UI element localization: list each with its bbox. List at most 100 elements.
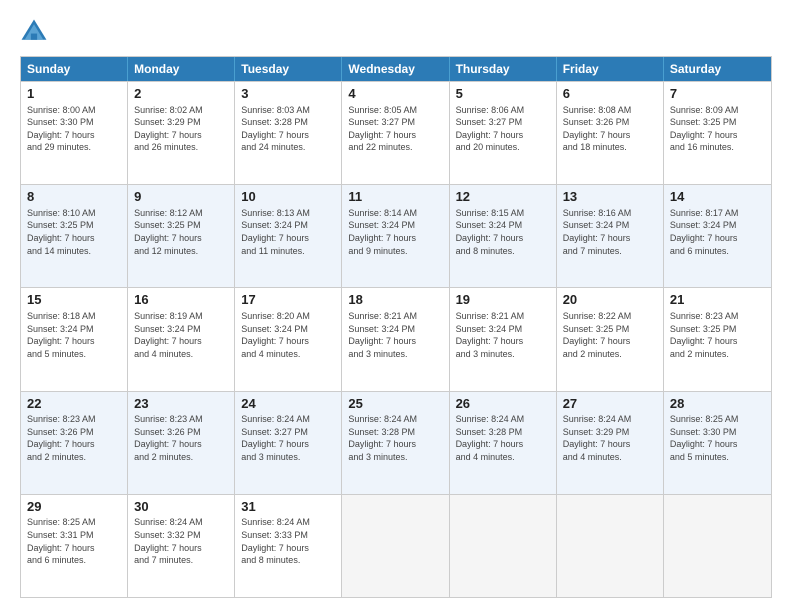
header-day-thursday: Thursday <box>450 57 557 81</box>
cell-info: Sunrise: 8:03 AMSunset: 3:28 PMDaylight:… <box>241 104 335 154</box>
calendar-row-1: 1 Sunrise: 8:00 AMSunset: 3:30 PMDaylight… <box>21 81 771 184</box>
day-number: 22 <box>27 396 121 412</box>
day-cell-9: 9Sunrise: 8:12 AMSunset: 3:25 PMDaylight… <box>128 185 235 287</box>
day-cell-21: 21 Sunrise: 8:23 AMSunset: 3:25 PMDayligh… <box>664 288 771 390</box>
cell-info: Sunrise: 8:02 AMSunset: 3:29 PMDaylight:… <box>134 104 228 154</box>
day-number: 12 <box>456 189 550 205</box>
day-cell-15: 15Sunrise: 8:18 AMSunset: 3:24 PMDayligh… <box>21 288 128 390</box>
calendar-row-4: 22Sunrise: 8:23 AMSunset: 3:26 PMDayligh… <box>21 391 771 494</box>
header <box>20 18 772 46</box>
day-number: 19 <box>456 292 550 308</box>
header-day-sunday: Sunday <box>21 57 128 81</box>
day-number: 5 <box>456 86 550 102</box>
cell-info: Sunrise: 8:00 AMSunset: 3:30 PMDaylight:… <box>27 104 121 154</box>
cell-info: Sunrise: 8:24 AMSunset: 3:33 PMDaylight:… <box>241 516 335 566</box>
logo <box>20 18 54 46</box>
day-number: 16 <box>134 292 228 308</box>
day-number: 7 <box>670 86 765 102</box>
day-cell-28: 28Sunrise: 8:25 AMSunset: 3:30 PMDayligh… <box>664 392 771 494</box>
day-cell-19: 19 Sunrise: 8:21 AMSunset: 3:24 PMDayligh… <box>450 288 557 390</box>
calendar-header: SundayMondayTuesdayWednesdayThursdayFrid… <box>21 57 771 81</box>
day-number: 11 <box>348 189 442 205</box>
day-cell-2: 2 Sunrise: 8:02 AMSunset: 3:29 PMDaylight… <box>128 82 235 184</box>
cell-info: Sunrise: 8:08 AMSunset: 3:26 PMDaylight:… <box>563 104 657 154</box>
cell-info: Sunrise: 8:20 AMSunset: 3:24 PMDaylight:… <box>241 310 335 360</box>
cell-info: Sunrise: 8:05 AMSunset: 3:27 PMDaylight:… <box>348 104 442 154</box>
day-cell-23: 23Sunrise: 8:23 AMSunset: 3:26 PMDayligh… <box>128 392 235 494</box>
header-day-saturday: Saturday <box>664 57 771 81</box>
day-cell-12: 12Sunrise: 8:15 AMSunset: 3:24 PMDayligh… <box>450 185 557 287</box>
day-cell-24: 24Sunrise: 8:24 AMSunset: 3:27 PMDayligh… <box>235 392 342 494</box>
day-number: 18 <box>348 292 442 308</box>
day-cell-22: 22Sunrise: 8:23 AMSunset: 3:26 PMDayligh… <box>21 392 128 494</box>
cell-info: Sunrise: 8:24 AMSunset: 3:28 PMDaylight:… <box>348 413 442 463</box>
day-number: 14 <box>670 189 765 205</box>
day-cell-4: 4 Sunrise: 8:05 AMSunset: 3:27 PMDaylight… <box>342 82 449 184</box>
day-cell-7: 7 Sunrise: 8:09 AMSunset: 3:25 PMDaylight… <box>664 82 771 184</box>
cell-info: Sunrise: 8:23 AMSunset: 3:25 PMDaylight:… <box>670 310 765 360</box>
day-cell-16: 16 Sunrise: 8:19 AMSunset: 3:24 PMDayligh… <box>128 288 235 390</box>
day-number: 24 <box>241 396 335 412</box>
day-number: 21 <box>670 292 765 308</box>
calendar-row-3: 15Sunrise: 8:18 AMSunset: 3:24 PMDayligh… <box>21 287 771 390</box>
header-day-monday: Monday <box>128 57 235 81</box>
day-cell-17: 17 Sunrise: 8:20 AMSunset: 3:24 PMDayligh… <box>235 288 342 390</box>
day-number: 23 <box>134 396 228 412</box>
empty-cell <box>664 495 771 597</box>
cell-info: Sunrise: 8:13 AMSunset: 3:24 PMDaylight:… <box>241 207 335 257</box>
day-cell-20: 20Sunrise: 8:22 AMSunset: 3:25 PMDayligh… <box>557 288 664 390</box>
calendar: SundayMondayTuesdayWednesdayThursdayFrid… <box>20 56 772 598</box>
day-cell-11: 11 Sunrise: 8:14 AMSunset: 3:24 PMDayligh… <box>342 185 449 287</box>
cell-info: Sunrise: 8:21 AMSunset: 3:24 PMDaylight:… <box>456 310 550 360</box>
cell-info: Sunrise: 8:23 AMSunset: 3:26 PMDaylight:… <box>27 413 121 463</box>
cell-info: Sunrise: 8:17 AMSunset: 3:24 PMDaylight:… <box>670 207 765 257</box>
cell-info: Sunrise: 8:16 AMSunset: 3:24 PMDaylight:… <box>563 207 657 257</box>
cell-info: Sunrise: 8:19 AMSunset: 3:24 PMDaylight:… <box>134 310 228 360</box>
cell-info: Sunrise: 8:24 AMSunset: 3:29 PMDaylight:… <box>563 413 657 463</box>
day-number: 28 <box>670 396 765 412</box>
cell-info: Sunrise: 8:25 AMSunset: 3:31 PMDaylight:… <box>27 516 121 566</box>
day-cell-10: 10 Sunrise: 8:13 AMSunset: 3:24 PMDayligh… <box>235 185 342 287</box>
cell-info: Sunrise: 8:21 AMSunset: 3:24 PMDaylight:… <box>348 310 442 360</box>
day-number: 10 <box>241 189 335 205</box>
day-number: 13 <box>563 189 657 205</box>
day-number: 17 <box>241 292 335 308</box>
calendar-row-2: 8 Sunrise: 8:10 AMSunset: 3:25 PMDaylight… <box>21 184 771 287</box>
day-number: 3 <box>241 86 335 102</box>
cell-info: Sunrise: 8:10 AMSunset: 3:25 PMDaylight:… <box>27 207 121 257</box>
day-number: 25 <box>348 396 442 412</box>
calendar-row-5: 29Sunrise: 8:25 AMSunset: 3:31 PMDayligh… <box>21 494 771 597</box>
cell-info: Sunrise: 8:12 AMSunset: 3:25 PMDaylight:… <box>134 207 228 257</box>
day-number: 1 <box>27 86 121 102</box>
day-cell-18: 18 Sunrise: 8:21 AMSunset: 3:24 PMDayligh… <box>342 288 449 390</box>
day-cell-14: 14 Sunrise: 8:17 AMSunset: 3:24 PMDayligh… <box>664 185 771 287</box>
day-cell-5: 5 Sunrise: 8:06 AMSunset: 3:27 PMDaylight… <box>450 82 557 184</box>
header-day-wednesday: Wednesday <box>342 57 449 81</box>
cell-info: Sunrise: 8:06 AMSunset: 3:27 PMDaylight:… <box>456 104 550 154</box>
cell-info: Sunrise: 8:09 AMSunset: 3:25 PMDaylight:… <box>670 104 765 154</box>
day-cell-29: 29Sunrise: 8:25 AMSunset: 3:31 PMDayligh… <box>21 495 128 597</box>
logo-icon <box>20 18 48 46</box>
day-cell-13: 13 Sunrise: 8:16 AMSunset: 3:24 PMDayligh… <box>557 185 664 287</box>
day-cell-31: 31Sunrise: 8:24 AMSunset: 3:33 PMDayligh… <box>235 495 342 597</box>
day-number: 4 <box>348 86 442 102</box>
day-cell-30: 30Sunrise: 8:24 AMSunset: 3:32 PMDayligh… <box>128 495 235 597</box>
day-cell-3: 3 Sunrise: 8:03 AMSunset: 3:28 PMDaylight… <box>235 82 342 184</box>
day-cell-26: 26Sunrise: 8:24 AMSunset: 3:28 PMDayligh… <box>450 392 557 494</box>
day-number: 27 <box>563 396 657 412</box>
cell-info: Sunrise: 8:24 AMSunset: 3:28 PMDaylight:… <box>456 413 550 463</box>
cell-info: Sunrise: 8:14 AMSunset: 3:24 PMDaylight:… <box>348 207 442 257</box>
day-number: 20 <box>563 292 657 308</box>
cell-info: Sunrise: 8:25 AMSunset: 3:30 PMDaylight:… <box>670 413 765 463</box>
cell-info: Sunrise: 8:23 AMSunset: 3:26 PMDaylight:… <box>134 413 228 463</box>
day-number: 2 <box>134 86 228 102</box>
day-cell-1: 1 Sunrise: 8:00 AMSunset: 3:30 PMDaylight… <box>21 82 128 184</box>
header-day-tuesday: Tuesday <box>235 57 342 81</box>
header-day-friday: Friday <box>557 57 664 81</box>
day-number: 26 <box>456 396 550 412</box>
empty-cell <box>450 495 557 597</box>
empty-cell <box>342 495 449 597</box>
day-number: 8 <box>27 189 121 205</box>
day-number: 30 <box>134 499 228 515</box>
day-cell-25: 25Sunrise: 8:24 AMSunset: 3:28 PMDayligh… <box>342 392 449 494</box>
